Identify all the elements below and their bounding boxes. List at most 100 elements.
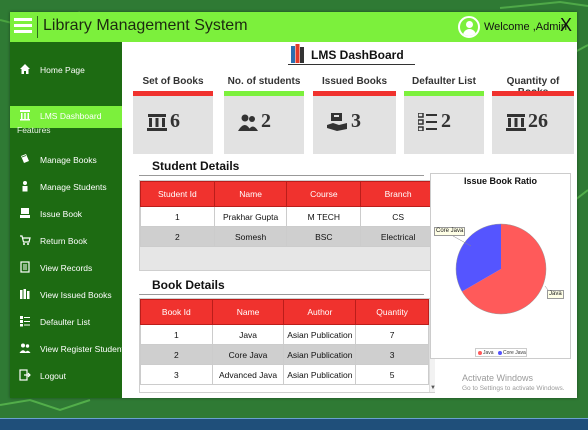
table-cell: 1	[140, 206, 215, 227]
table-cell: Prakhar Gupta	[213, 206, 288, 227]
home-icon	[18, 63, 32, 77]
stat-card-value: 6	[170, 110, 180, 132]
table-cell: Java	[211, 324, 285, 345]
logout-icon	[18, 369, 32, 383]
pie-chart	[452, 223, 552, 315]
stat-card-bar	[313, 91, 396, 96]
user-avatar-icon	[458, 16, 480, 38]
table-cell: M TECH	[286, 206, 362, 227]
sidebar-item-defaulter-list[interactable]: Defaulter List	[10, 312, 122, 334]
column-header[interactable]: Branch	[360, 181, 436, 207]
sidebar-item-view-issued-books[interactable]: View Issued Books	[10, 285, 122, 307]
table-cell: 2	[140, 344, 213, 365]
table-cell: 5	[355, 364, 429, 385]
scroll-down-icon[interactable]: ▼	[430, 384, 436, 392]
sidebar-item-manage-books[interactable]: Manage Books	[10, 150, 122, 172]
table-row[interactable]: 2 Somesh BSC Electrical	[140, 226, 436, 247]
sidebar-item-view-records[interactable]: View Records	[10, 258, 122, 280]
sidebar-item-label: LMS Dashboard	[40, 111, 102, 121]
sidebar-item-label: Manage Books	[40, 155, 97, 165]
legend-item: Java	[478, 350, 494, 356]
stat-card-title: Issued Books	[321, 76, 388, 87]
table-row[interactable]: 1 Prakhar Gupta M TECH CS	[140, 206, 436, 227]
table-cell: 1	[140, 324, 213, 345]
books-icon	[18, 288, 32, 302]
table-cell: BSC	[286, 226, 362, 247]
sidebar-item-label: View Issued Books	[40, 290, 112, 300]
table-cell: CS	[360, 206, 436, 227]
table-header-row: Student Id Name Course Branch	[140, 181, 436, 207]
column-header[interactable]: Book Id	[140, 299, 213, 325]
table-cell: Advanced Java	[211, 364, 285, 385]
student-details-title: Student Details	[152, 159, 240, 173]
title-separator	[37, 16, 38, 38]
stat-card-students: No. of students 2	[224, 76, 304, 154]
library-icon	[506, 114, 526, 131]
sidebar: Home Page LMS Dashboard Features Manage …	[10, 42, 128, 398]
cart-icon	[18, 234, 32, 248]
close-button[interactable]: X	[557, 15, 575, 36]
stat-card-bar	[492, 91, 574, 96]
dashboard-header: LMS DashBoard	[288, 44, 415, 65]
stat-card-issued-books: Issued Books 3	[313, 76, 396, 154]
table-cell: Asian Publication	[283, 324, 357, 345]
sidebar-item-label: View Records	[40, 263, 93, 273]
table-cell: 7	[355, 324, 429, 345]
column-header[interactable]: Author	[283, 299, 357, 325]
table-cell: Somesh	[213, 226, 288, 247]
issue-icon	[327, 113, 347, 131]
list-icon	[18, 315, 32, 329]
book-icon	[18, 153, 32, 167]
stat-card-defaulter-list: Defaulter List 2	[404, 76, 484, 154]
table-cell: Electrical	[360, 226, 436, 247]
book-table-container: Book Id Name Author Quantity 1 Java Asia…	[139, 298, 436, 393]
sidebar-item-label: Logout	[40, 371, 66, 381]
column-header[interactable]: Student Id	[140, 181, 215, 207]
stat-card-set-of-books: Set of Books 6	[133, 76, 213, 154]
stat-card-value: 3	[351, 110, 361, 132]
title-bar: Library Management System Welcome ,Admin…	[10, 12, 577, 42]
table-cell: 3	[355, 344, 429, 365]
book-details-title: Book Details	[152, 278, 225, 292]
stat-card-bar	[224, 91, 304, 96]
sidebar-item-view-register-students[interactable]: View Register Students	[10, 339, 128, 361]
section-divider	[139, 175, 424, 176]
sidebar-item-label: Home Page	[40, 65, 85, 75]
legend-item: Core Java	[498, 350, 526, 356]
pie-label-core-java: Core Java	[434, 227, 466, 236]
features-heading: Features	[17, 125, 51, 135]
stat-card-title: No. of students	[227, 76, 301, 87]
stat-card-bar	[133, 91, 213, 96]
welcome-text: Welcome ,Admin	[484, 21, 567, 33]
stat-card-bar	[404, 91, 484, 96]
menu-icon[interactable]	[14, 18, 32, 34]
sidebar-item-label: Issue Book	[40, 209, 83, 219]
sidebar-item-home[interactable]: Home Page	[10, 60, 122, 82]
stat-card-quantity-of-books: Quantity of Books 26	[492, 76, 574, 154]
book-shelf-icon	[291, 44, 304, 63]
table-cell: Asian Publication	[283, 364, 357, 385]
column-header[interactable]: Course	[286, 181, 362, 207]
table-row[interactable]: 2 Core Java Asian Publication 3	[140, 344, 429, 365]
app-title: Library Management System	[43, 17, 248, 34]
sidebar-item-label: Return Book	[40, 236, 88, 246]
sidebar-item-logout[interactable]: Logout	[10, 366, 122, 388]
column-header[interactable]: Name	[211, 299, 285, 325]
table-cell: 3	[140, 364, 213, 385]
stat-card-title: Set of Books	[142, 76, 204, 87]
users-icon	[238, 114, 258, 131]
student-icon	[18, 180, 32, 194]
table-cell: Asian Publication	[283, 344, 357, 365]
table-row[interactable]: 3 Advanced Java Asian Publication 5	[140, 364, 429, 385]
users-icon	[18, 342, 32, 356]
sidebar-item-manage-students[interactable]: Manage Students	[10, 177, 122, 199]
records-icon	[18, 261, 32, 275]
table-header-row: Book Id Name Author Quantity	[140, 299, 429, 325]
column-header[interactable]: Name	[213, 181, 288, 207]
main-content: LMS DashBoard Set of Books 6 No. of stud…	[122, 42, 577, 398]
table-row[interactable]: 1 Java Asian Publication 7	[140, 324, 429, 345]
library-icon	[147, 114, 167, 131]
sidebar-item-issue-book[interactable]: Issue Book	[10, 204, 122, 226]
sidebar-item-return-book[interactable]: Return Book	[10, 231, 122, 253]
column-header[interactable]: Quantity	[355, 299, 429, 325]
